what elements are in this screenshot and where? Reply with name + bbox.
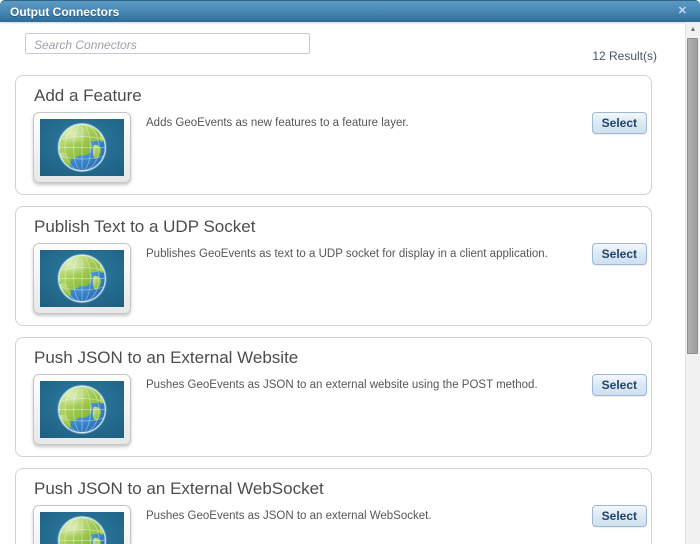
connector-card: Push JSON to an External WebSocket Pushe… [15,468,652,544]
scrollbar[interactable]: ▲ [685,22,700,544]
select-button[interactable]: Select [591,243,647,265]
connector-description: Adds GeoEvents as new features to a feat… [146,117,409,129]
connector-title: Push JSON to an External WebSocket [34,479,324,498]
globe-icon [40,381,124,438]
close-icon[interactable]: ✕ [678,4,687,18]
select-button[interactable]: Select [591,505,647,527]
connector-description: Pushes GeoEvents as JSON to an external … [146,379,538,391]
globe-thumbnail [33,243,131,314]
connector-row: Pushes GeoEvents as JSON to an external … [33,374,651,445]
connector-description: Pushes GeoEvents as JSON to an external … [146,510,432,522]
globe-thumbnail [33,505,131,544]
globe-icon [40,512,124,544]
connector-title: Add a Feature [34,86,142,105]
results-count: 12 Result(s) [592,49,657,63]
connector-title: Push JSON to an External Website [34,348,299,367]
scrollbar-up-icon[interactable]: ▲ [686,22,700,37]
dialog-titlebar[interactable]: Output Connectors ✕ [0,0,700,22]
globe-icon [40,250,124,307]
connector-row: Publishes GeoEvents as text to a UDP soc… [33,243,651,314]
scrollbar-thumb[interactable] [687,38,698,354]
connector-list: Add a Feature Adds GeoEvents as new feat… [15,75,652,544]
connector-title: Publish Text to a UDP Socket [34,217,256,236]
dialog-title: Output Connectors [10,5,120,19]
connector-card: Add a Feature Adds GeoEvents as new feat… [15,75,652,195]
connector-row: Pushes GeoEvents as JSON to an external … [33,505,651,544]
select-button[interactable]: Select [591,112,647,134]
select-button[interactable]: Select [591,374,647,396]
globe-thumbnail [33,374,131,445]
connector-description: Publishes GeoEvents as text to a UDP soc… [146,248,548,260]
connector-row: Adds GeoEvents as new features to a feat… [33,112,651,183]
globe-icon [40,119,124,176]
connector-card: Publish Text to a UDP Socket Publishes G… [15,206,652,326]
globe-thumbnail [33,112,131,183]
search-input[interactable] [25,33,310,54]
connector-card: Push JSON to an External Website Pushes … [15,337,652,457]
output-connectors-dialog: Output Connectors ✕ 12 Result(s) Add a F… [0,0,700,544]
